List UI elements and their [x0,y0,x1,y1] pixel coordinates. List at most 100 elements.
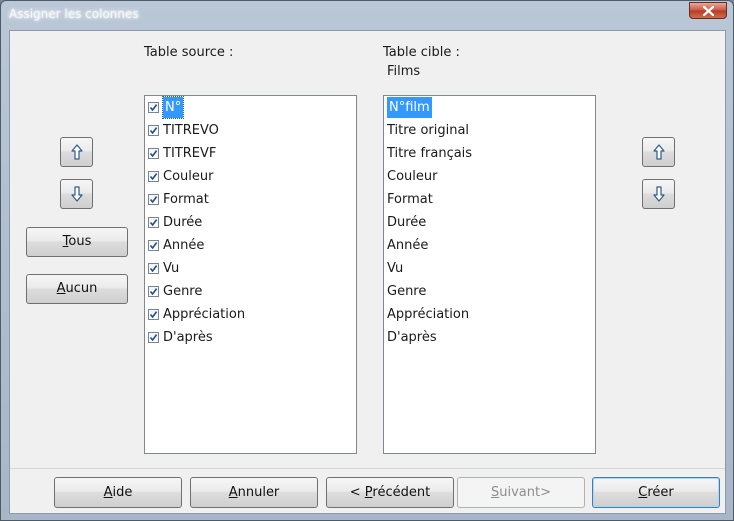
target-column-item[interactable]: N°film [386,97,592,120]
select-all-button[interactable]: Tous [26,227,128,257]
checkmark-icon [149,334,158,342]
create-label: réer [647,485,674,500]
column-checkbox[interactable] [148,148,159,159]
source-column-item[interactable]: TITREVO [147,120,353,143]
source-column-label: TITREVO [163,123,219,138]
target-column-item[interactable]: Format [386,189,592,212]
close-button[interactable] [689,2,727,19]
source-column-item[interactable]: Couleur [147,166,353,189]
target-column-label: Appréciation [387,307,470,322]
column-checkbox[interactable] [148,194,159,205]
source-move-up-button[interactable] [60,137,93,167]
close-icon [703,6,714,16]
previous-button[interactable]: < Précédent [326,477,454,508]
source-column-label: Genre [163,284,203,299]
source-column-label: Vu [163,261,180,276]
source-move-down-button[interactable] [60,179,93,209]
next-accel: S [490,485,500,500]
target-column-label: Genre [387,284,427,299]
cancel-label: nnuler [237,485,280,500]
target-column-item[interactable]: Durée [386,212,592,235]
column-checkbox[interactable] [148,102,159,113]
checkmark-icon [149,196,158,204]
previous-label: récédent [372,485,431,500]
source-table-label: Table source : [144,45,234,60]
target-table-label: Table cible : [383,45,460,60]
select-none-label: ucun [65,281,98,296]
checkmark-icon [149,265,158,273]
target-column-item[interactable]: Année [386,235,592,258]
checkmark-icon [149,173,158,181]
checkmark-icon [149,242,158,250]
column-checkbox[interactable] [148,217,159,228]
target-column-item[interactable]: Appréciation [386,304,592,327]
footer-divider [10,468,725,469]
target-column-label: Titre français [387,146,473,161]
arrow-down-icon [70,186,83,202]
dialog-content: Table source : Tous Aucun N° TITREVO TITRE… [9,30,726,514]
checkmark-icon [149,127,158,135]
target-column-item[interactable]: Titre original [386,120,592,143]
select-all-label: ous [68,234,92,249]
source-column-label: Couleur [163,169,214,184]
help-label: ide [112,485,133,500]
title-bar[interactable]: Assigner les colonnes [1,1,733,29]
source-column-label: TITREVF [163,146,217,161]
column-checkbox[interactable] [148,286,159,297]
source-column-list[interactable]: N° TITREVO TITREVF Couleur Format Durée Année V… [144,95,357,454]
column-checkbox[interactable] [148,309,159,320]
target-table-name: Films [387,64,421,79]
arrow-down-icon [652,186,665,202]
source-column-item[interactable]: Format [147,189,353,212]
target-column-label: N°film [387,97,432,118]
next-button[interactable]: Suivant> [457,477,585,508]
target-column-item[interactable]: Titre français [386,143,592,166]
target-column-item[interactable]: Vu [386,258,592,281]
cancel-button[interactable]: Annuler [190,477,318,508]
source-column-item[interactable]: TITREVF [147,143,353,166]
target-column-label: Titre original [387,123,470,138]
checkmark-icon [149,311,158,319]
help-accel: A [103,485,113,500]
create-button[interactable]: Créer [592,477,720,508]
column-checkbox[interactable] [148,125,159,136]
target-column-label: D'après [387,330,437,345]
source-column-label: N° [161,96,185,119]
source-column-label: Format [163,192,209,207]
checkmark-icon [149,104,158,112]
target-column-item[interactable]: Couleur [386,166,592,189]
target-column-label: Année [387,238,429,253]
target-column-item[interactable]: D'après [386,327,592,350]
arrow-up-icon [652,144,665,160]
source-column-item[interactable]: Durée [147,212,353,235]
target-move-up-button[interactable] [642,137,675,167]
target-column-item[interactable]: Genre [386,281,592,304]
source-column-item[interactable]: D'après [147,327,353,350]
dialog-window: Assigner les colonnes Table source : Tou… [0,0,734,521]
target-move-down-button[interactable] [642,179,675,209]
source-column-item[interactable]: Genre [147,281,353,304]
column-checkbox[interactable] [148,263,159,274]
create-accel: C [638,485,648,500]
target-column-label: Format [387,192,433,207]
source-column-item[interactable]: N° [147,96,353,120]
column-checkbox[interactable] [148,332,159,343]
help-button[interactable]: Aide [54,477,182,508]
source-column-item[interactable]: Vu [147,258,353,281]
source-column-item[interactable]: Année [147,235,353,258]
checkmark-icon [149,150,158,158]
target-column-list[interactable]: N°film Titre original Titre français Couleu… [383,95,596,454]
select-none-button[interactable]: Aucun [26,274,128,304]
source-column-label: Année [163,238,205,253]
column-checkbox[interactable] [148,240,159,251]
source-column-item[interactable]: Appréciation [147,304,353,327]
next-label: uivant> [499,485,551,500]
target-column-label: Couleur [387,169,438,184]
target-column-label: Vu [387,261,404,276]
target-column-label: Durée [387,215,427,230]
source-column-label: Durée [163,215,203,230]
select-none-accel: A [56,281,66,296]
window-title: Assigner les colonnes [9,7,139,21]
column-checkbox[interactable] [148,171,159,182]
checkmark-icon [149,288,158,296]
